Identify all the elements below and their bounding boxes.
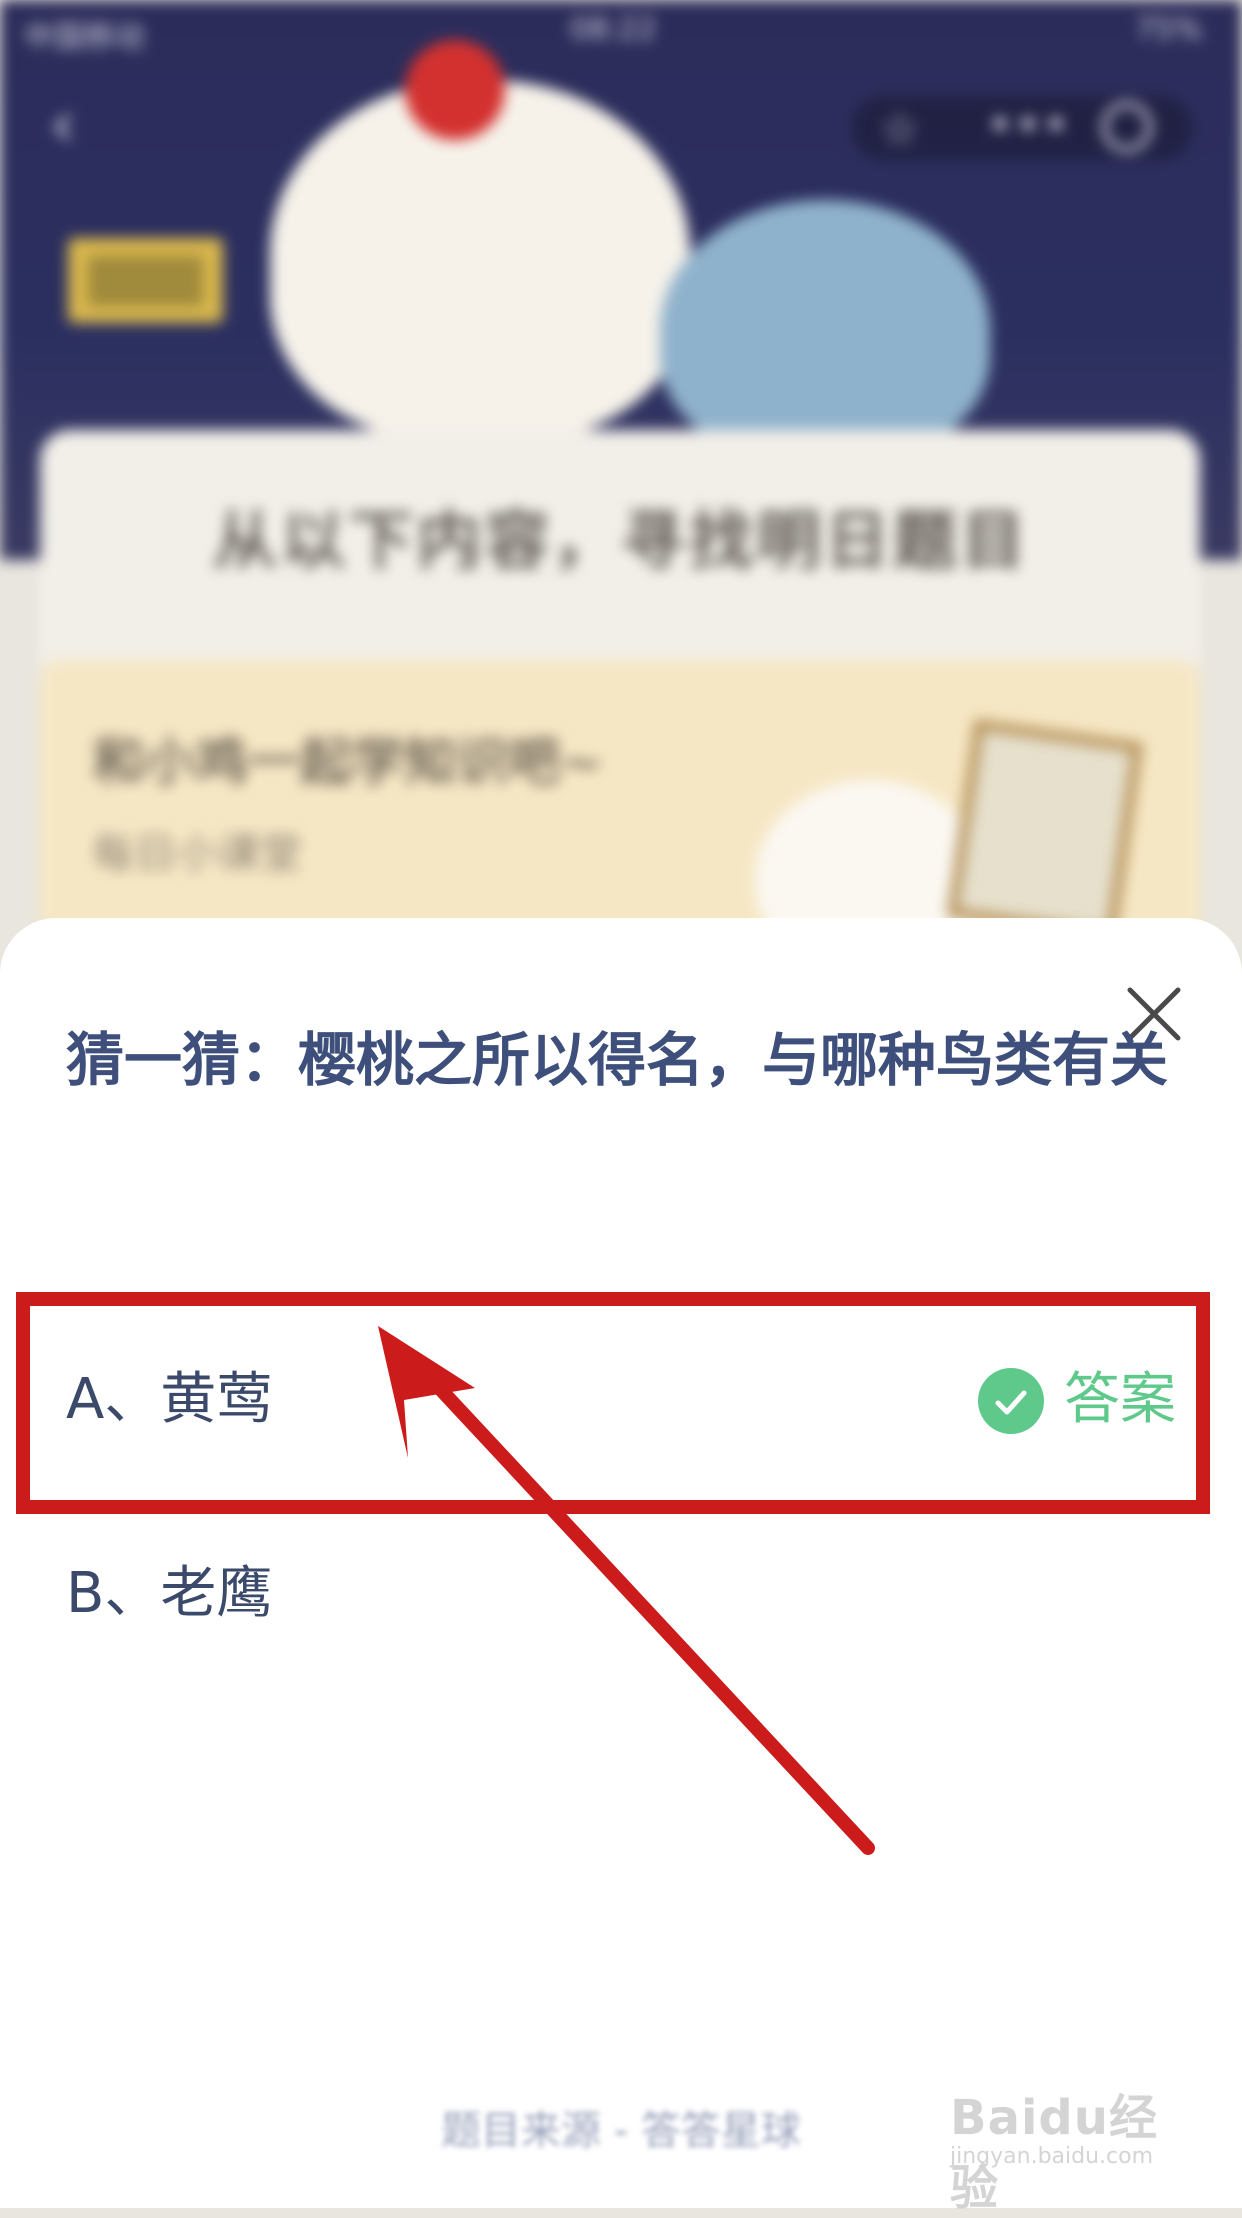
page-headline: 从以下内容，寻找明日题目	[213, 505, 1029, 579]
answer-highlight-box	[16, 1292, 1210, 1514]
back-arrow-icon[interactable]: ‹	[50, 90, 110, 160]
carrier-label: 中国移动	[24, 20, 144, 55]
watermark-url: jingyan.baidu.com	[950, 2144, 1154, 2169]
nav-capsule: ☆ •••	[852, 96, 1192, 160]
mascot-illustration	[660, 200, 990, 460]
quiz-sheet: 猜一猜：樱桃之所以得名，与哪种鸟类有关 A、黄莺 答案 B、老鹰 题目来源 - …	[0, 918, 1242, 2216]
picture-frame-illustration	[946, 719, 1144, 941]
status-bar: 中国移动 08:22 75%	[0, 0, 1242, 60]
option-b[interactable]: B、老鹰	[66, 1544, 1176, 1644]
lesson-title: 和小鸡一起学知识吧~	[92, 733, 604, 793]
option-b-label: B、老鹰	[66, 1561, 273, 1626]
banner-sign	[68, 238, 223, 323]
baidu-watermark: Baidu经验 jingyan.baidu.com	[950, 2078, 1190, 2216]
target-icon[interactable]	[1102, 102, 1152, 152]
star-icon[interactable]: ☆	[880, 104, 919, 155]
battery-label: 75%	[1135, 12, 1202, 47]
quiz-question: 猜一猜：樱桃之所以得名，与哪种鸟类有关	[66, 1026, 1169, 1094]
chick-illustration	[270, 80, 690, 440]
clock: 08:22	[570, 12, 657, 47]
more-icon[interactable]: •••	[987, 100, 1071, 151]
lesson-subtitle: 每日小课堂	[92, 829, 303, 878]
